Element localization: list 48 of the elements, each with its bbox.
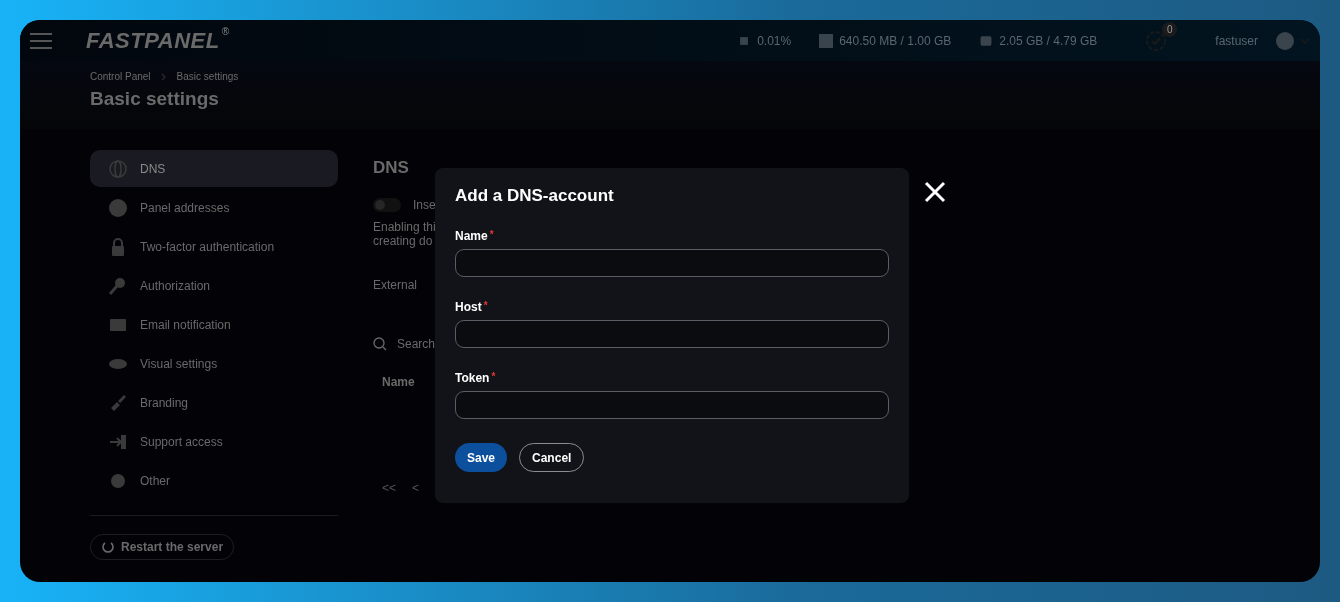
sidebar-item[interactable]: Other: [90, 462, 338, 499]
search-field[interactable]: Search: [397, 337, 436, 351]
close-icon[interactable]: [923, 180, 947, 204]
sidebar-item[interactable]: Support access: [90, 423, 338, 460]
avatar-icon[interactable]: [1276, 31, 1294, 50]
page-title: Basic settings: [90, 88, 220, 110]
toggle-label: Inse: [413, 198, 436, 212]
toggle-switch[interactable]: [373, 198, 401, 212]
column-header[interactable]: Name: [382, 375, 436, 389]
section-title: DNS: [373, 158, 410, 178]
tasks-count: 0: [1162, 21, 1178, 37]
sidebar-item[interactable]: Branding: [90, 384, 338, 421]
menu-button[interactable]: [30, 32, 52, 49]
key-icon: [108, 275, 128, 296]
required-mark: *: [483, 300, 488, 311]
breadcrumb-link[interactable]: Basic settings: [176, 71, 239, 82]
description-text: creating do: [373, 234, 434, 248]
field-label: Name: [455, 229, 488, 243]
sidebar-item[interactable]: Authorization: [90, 267, 338, 304]
search-icon: [373, 337, 387, 351]
input-field[interactable]: [455, 391, 889, 419]
input-field[interactable]: [455, 320, 889, 348]
user-name[interactable]: fastuser: [1215, 33, 1258, 48]
usage-stat: 640.50 MB / 1.00 GB: [839, 33, 952, 48]
description-text: Enabling thi: [373, 220, 436, 234]
sidebar-item[interactable]: Two-factor authentication: [90, 228, 338, 265]
sidebar-item[interactable]: Visual settings: [90, 345, 338, 382]
restart-icon: [101, 540, 115, 554]
usage-stat: 2.05 GB / 4.79 GB: [999, 33, 1098, 48]
tab[interactable]: External: [373, 278, 436, 292]
logo: FASTPANEL: [86, 27, 220, 54]
sidebar-item[interactable]: DNS: [90, 150, 338, 187]
field-label: Host: [455, 300, 482, 314]
required-mark: *: [489, 229, 494, 240]
chevron-icon: [160, 72, 167, 81]
breadcrumb-link[interactable]: Control Panel: [90, 71, 151, 82]
input-field[interactable]: [455, 249, 889, 277]
required-mark: *: [491, 371, 496, 382]
dialog-title: Add a DNS-account: [455, 186, 615, 206]
sidebar-item[interactable]: Email notification: [90, 306, 338, 343]
dns-icon: [108, 158, 128, 179]
usage-stat: 0.01%: [757, 33, 792, 48]
previous-page-button[interactable]: <: [412, 481, 420, 495]
registered-mark: ®: [221, 26, 230, 37]
sidebar-item[interactable]: Panel addresses: [90, 189, 338, 226]
save-button[interactable]: Save: [455, 443, 508, 472]
field-label: Token: [455, 371, 490, 385]
first-page-button[interactable]: <<: [382, 481, 396, 495]
